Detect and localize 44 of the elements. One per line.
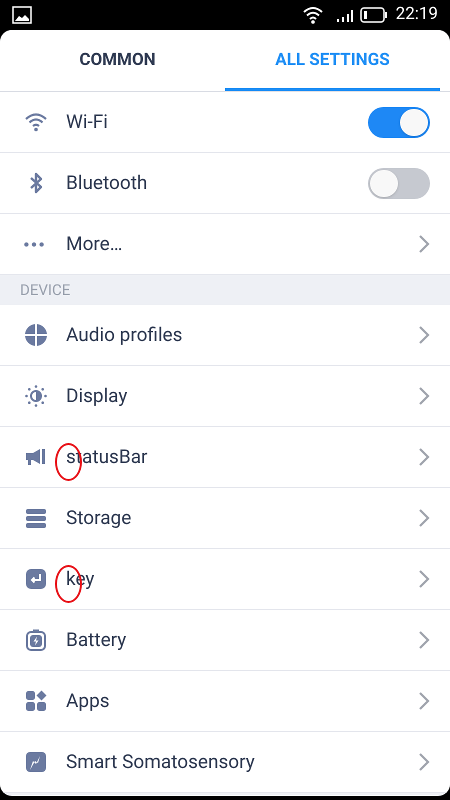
settings-row[interactable]: Battery: [0, 610, 450, 671]
section-header: DEVICE: [20, 280, 70, 301]
settings-row[interactable]: Smart Somatosensory: [0, 732, 450, 793]
settings-row[interactable]: Display: [0, 366, 450, 427]
setting-label: Wi-Fi: [66, 108, 109, 135]
dots-icon: [24, 242, 44, 246]
chevron-icon: [418, 508, 430, 528]
setting-label: Storage: [66, 504, 132, 531]
settings-row[interactable]: More…: [0, 214, 450, 275]
chevron-icon: [418, 447, 430, 467]
battery-icon: [24, 628, 48, 652]
storage-icon: [24, 506, 48, 530]
quartered-circle-icon: [24, 323, 48, 347]
chevron-icon: [418, 752, 430, 772]
battery-icon: [360, 7, 388, 23]
setting-label: More…: [66, 230, 124, 257]
settings-row[interactable]: Apps: [0, 671, 450, 732]
toggle-switch[interactable]: [368, 168, 430, 198]
chevron-icon: [418, 630, 430, 650]
setting-label: Apps: [66, 688, 111, 714]
return-key-icon: [24, 567, 48, 591]
signal-icon: [336, 8, 354, 22]
settings-row[interactable]: Audio profiles: [0, 305, 450, 366]
chevron-icon: [418, 386, 430, 406]
hand-gesture-icon: [24, 750, 48, 774]
wifi-icon: [302, 6, 324, 24]
chevron-icon: [418, 569, 430, 589]
image-icon: [12, 6, 32, 24]
apps-icon: [24, 689, 48, 713]
brightness-icon: [24, 384, 48, 408]
setting-label: Audio profiles: [66, 322, 184, 348]
chevron-icon: [418, 325, 430, 345]
settings-row[interactable]: Wi-Fi: [0, 92, 450, 153]
setting-label: Smart Somatosensory: [66, 748, 256, 775]
tab[interactable]: COMMON: [10, 30, 225, 91]
chevron-icon: [418, 691, 430, 711]
setting-label: Battery: [66, 626, 128, 653]
clock-time: 22:19: [396, 3, 438, 26]
settings-row[interactable]: Bluetooth: [0, 153, 450, 214]
setting-label: Bluetooth: [66, 170, 148, 196]
toggle-switch[interactable]: [368, 106, 430, 138]
chevron-icon: [418, 234, 430, 254]
setting-label: Display: [66, 382, 128, 409]
settings-row[interactable]: Storage: [0, 488, 450, 549]
